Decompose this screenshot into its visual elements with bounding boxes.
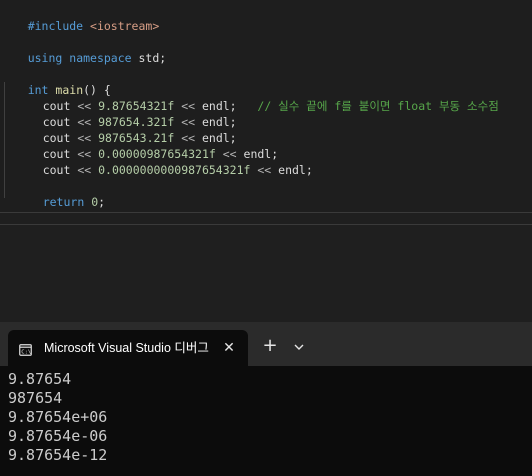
include-directive: #include [27, 19, 91, 33]
code-line-cout-4: cout << 0.00000987654321f << endl; [15, 130, 278, 161]
float-literal: 0.0000000000987654321f [98, 163, 251, 177]
tab-title: Microsoft Visual Studio 디버그 [44, 341, 209, 355]
divider [0, 212, 532, 213]
terminal-tab-bar: C:\ Microsoft Visual Studio 디버그 ✕ + [0, 322, 532, 366]
plus-icon[interactable]: + [260, 336, 280, 356]
chevron-down-icon[interactable] [290, 338, 308, 356]
output-line: 987654 [8, 389, 63, 407]
code-line-cout-3: cout << 9876543.21f << endl; [15, 114, 237, 145]
output-line: 9.87654e-12 [8, 446, 108, 464]
code-line-cout-2: cout << 987654.321f << endl; [15, 98, 237, 129]
code-editor[interactable]: #include <iostream> using namespace std;… [0, 0, 532, 212]
code-line-return: return 0; [15, 178, 105, 209]
cout-identifier: cout [42, 163, 71, 177]
insertion-operator: << [70, 163, 99, 177]
code-comment: // 실수 끝에 f를 붙이면 float 부동 소수점 [257, 99, 499, 113]
statement-end: ; [98, 195, 106, 209]
code-line-cout-5: cout << 0.0000000000987654321f << endl; [15, 146, 313, 177]
return-keyword: return [42, 195, 85, 209]
tab-debug-console[interactable]: C:\ Microsoft Visual Studio 디버그 ✕ [8, 330, 248, 366]
editor-divider-area [0, 212, 532, 322]
using-keyword: using [27, 51, 63, 65]
code-line-close-brace: } [0, 194, 35, 212]
namespace-keyword: namespace [69, 51, 132, 65]
namespace-name: std; [131, 51, 167, 65]
code-line-using: using namespace std; [0, 34, 167, 65]
console-output: 9.87654 987654 9.87654e+06 9.87654e-06 9… [8, 370, 528, 465]
code-line-main: int main() { [0, 66, 111, 97]
divider [0, 224, 532, 225]
output-line: 9.87654e-06 [8, 427, 108, 445]
code-line-cout-1: cout << 9.87654321f << endl; // 실수 끝에 f를… [15, 82, 499, 113]
code-line-include: #include <iostream> [0, 2, 160, 33]
endl-identifier: endl; [278, 163, 313, 177]
insertion-operator: << [250, 163, 279, 177]
debug-console-window[interactable]: C:\ Microsoft Visual Studio 디버그 ✕ + 9.87… [0, 322, 532, 476]
include-header: <iostream> [90, 19, 160, 33]
svg-text:C:\: C:\ [21, 350, 31, 356]
output-line: 9.87654 [8, 370, 72, 388]
console-icon: C:\ [19, 341, 32, 356]
close-icon[interactable]: ✕ [220, 339, 238, 357]
output-line: 9.87654e+06 [8, 408, 108, 426]
